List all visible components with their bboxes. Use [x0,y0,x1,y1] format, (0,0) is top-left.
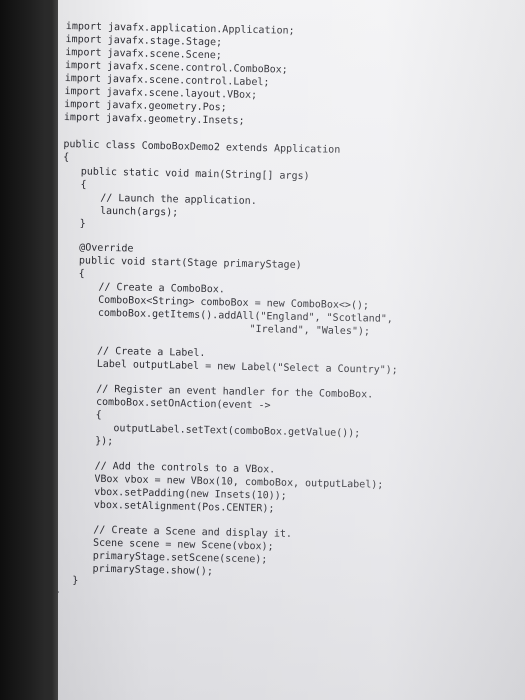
code-line: "Ireland", "Wales"); [249,323,371,338]
code-line: { [78,268,85,280]
code-line: { [80,179,87,191]
code-editor-screen: import javafx.application.Application; i… [58,0,525,700]
code-line: }); [95,435,114,448]
code-line: } [58,586,61,598]
code-line: outputLabel.setText(comboBox.getValue())… [113,423,361,440]
code-line: { [63,151,70,164]
code-line: Label outputLabel = new Label("Select a … [96,358,398,377]
code-line: public static void main(String[] args) [80,166,310,183]
code-line: primaryStage.show(); [92,563,214,578]
code-line: vbox.setAlignment(Pos.CENTER); [93,499,275,515]
code-line: { [95,409,102,421]
code-line: launch(args); [99,205,179,219]
code-line: } [79,218,86,230]
code-line: @Override [79,242,134,255]
code-line: comboBox.setOnAction(event -> [95,396,271,412]
code-line: public class ComboBoxDemo2 extends Appli… [63,138,341,156]
code-line: } [72,575,79,587]
code-line: public void start(Stage primaryStage) [78,255,302,271]
code-line: import javafx.geometry.Insets; [63,111,245,127]
code-area[interactable]: import javafx.application.Application; i… [58,20,506,598]
